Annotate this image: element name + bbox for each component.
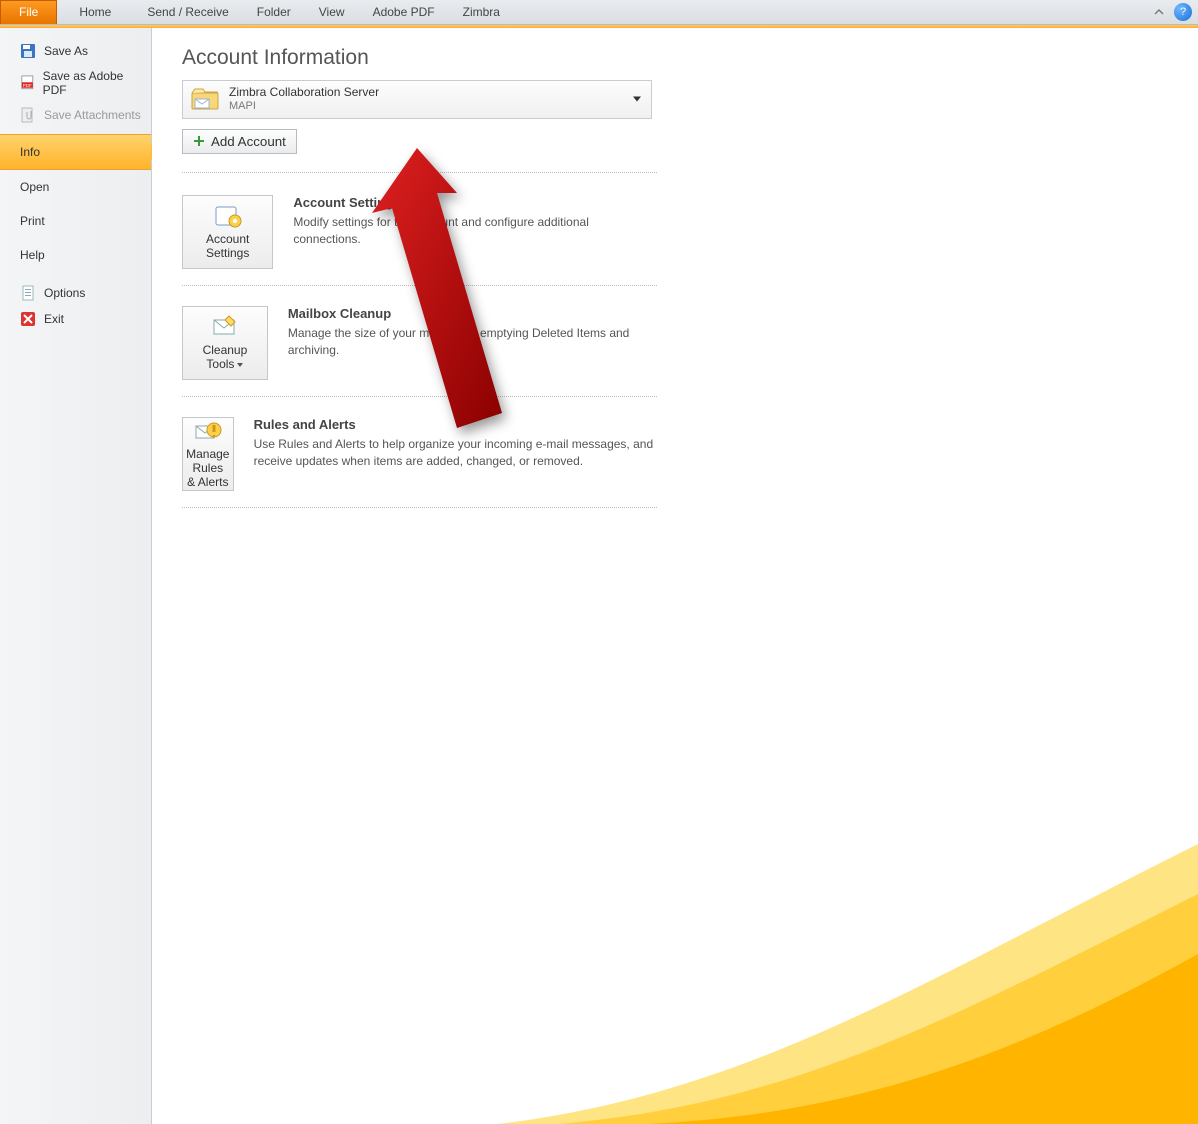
sidebar-item-label: Options	[44, 286, 85, 300]
tab-folder[interactable]: Folder	[243, 0, 305, 24]
sidebar-info[interactable]: Info	[0, 134, 151, 170]
divider	[182, 172, 657, 173]
page-title: Account Information	[182, 46, 1168, 70]
save-as-icon	[20, 43, 36, 59]
account-protocol: MAPI	[229, 100, 379, 114]
account-name: Zimbra Collaboration Server	[229, 85, 379, 100]
sidebar-item-label: Help	[20, 248, 45, 262]
sidebar-item-label: Print	[20, 214, 45, 228]
section-heading: Mailbox Cleanup	[288, 306, 657, 321]
exit-icon	[20, 311, 36, 327]
sidebar-options[interactable]: Options	[0, 280, 151, 306]
section-heading: Rules and Alerts	[254, 417, 657, 432]
sidebar-print[interactable]: Print	[0, 204, 151, 238]
sidebar-help[interactable]: Help	[0, 238, 151, 272]
sidebar-item-label: Open	[20, 180, 49, 194]
section-heading: Account Settings	[293, 195, 657, 210]
section-description: Use Rules and Alerts to help organize yo…	[254, 436, 657, 470]
cleanup-icon	[211, 314, 239, 340]
section-description: Modify settings for this account and con…	[293, 214, 657, 248]
button-label: Manage Rules & Alerts	[183, 448, 233, 489]
button-label: Cleanup Tools	[203, 344, 248, 372]
account-folder-icon	[191, 87, 219, 111]
rules-icon	[194, 418, 222, 444]
account-settings-icon	[214, 203, 242, 229]
sidebar-exit[interactable]: Exit	[0, 306, 151, 332]
sidebar-save-attachments: Save Attachments	[0, 102, 151, 128]
tab-adobe-pdf[interactable]: Adobe PDF	[359, 0, 449, 24]
account-settings-button[interactable]: Account Settings	[182, 195, 273, 269]
tab-zimbra[interactable]: Zimbra	[449, 0, 514, 24]
section-rules-alerts: Manage Rules & Alerts Rules and Alerts U…	[182, 413, 657, 508]
button-label: Account Settings	[206, 233, 249, 261]
tab-home[interactable]: Home	[57, 0, 133, 24]
section-mailbox-cleanup: Cleanup Tools Mailbox Cleanup Manage the…	[182, 302, 657, 397]
add-account-button[interactable]: Add Account	[182, 129, 297, 154]
plus-icon	[193, 135, 205, 147]
sidebar-item-label: Info	[20, 145, 40, 159]
tab-send-receive[interactable]: Send / Receive	[133, 0, 242, 24]
add-account-label: Add Account	[211, 134, 286, 149]
sidebar-item-label: Save As	[44, 44, 88, 58]
minimize-ribbon-icon[interactable]	[1150, 3, 1168, 21]
sidebar-item-label: Exit	[44, 312, 64, 326]
attachment-icon	[20, 107, 36, 123]
sidebar-save-as-adobe-pdf[interactable]: PDF Save as Adobe PDF	[0, 64, 151, 102]
sidebar-save-as[interactable]: Save As	[0, 38, 151, 64]
chevron-down-icon	[237, 363, 243, 367]
tab-file[interactable]: File	[0, 0, 57, 24]
backstage-sidebar: Save As PDF Save as Adobe PDF Save Attac…	[0, 28, 152, 1124]
sidebar-open[interactable]: Open	[0, 170, 151, 204]
svg-text:PDF: PDF	[23, 83, 32, 88]
ribbon: File Home Send / Receive Folder View Ado…	[0, 0, 1198, 25]
section-description: Manage the size of your mailbox by empty…	[288, 325, 657, 359]
sidebar-item-label: Save as Adobe PDF	[43, 69, 141, 97]
chevron-down-icon	[633, 97, 641, 102]
cleanup-tools-button[interactable]: Cleanup Tools	[182, 306, 268, 380]
help-icon[interactable]: ?	[1174, 3, 1192, 21]
tab-view[interactable]: View	[305, 0, 359, 24]
account-text: Zimbra Collaboration Server MAPI	[229, 85, 379, 114]
main-panel: Account Information Zimbra Collaboration…	[152, 28, 1198, 1124]
account-selector[interactable]: Zimbra Collaboration Server MAPI	[182, 80, 652, 119]
pdf-icon: PDF	[20, 75, 35, 91]
options-icon	[20, 285, 36, 301]
section-account-settings: Account Settings Account Settings Modify…	[182, 191, 657, 286]
background-swoosh	[498, 724, 1198, 1124]
sidebar-item-label: Save Attachments	[44, 108, 141, 122]
manage-rules-button[interactable]: Manage Rules & Alerts	[182, 417, 234, 491]
